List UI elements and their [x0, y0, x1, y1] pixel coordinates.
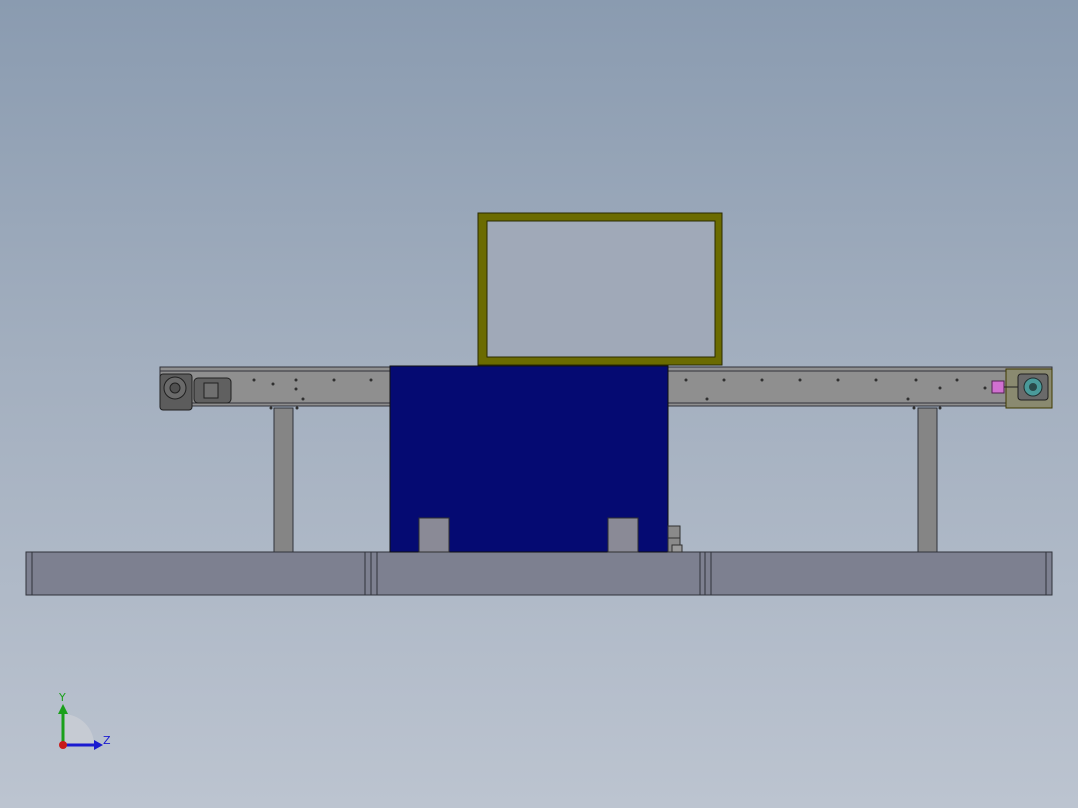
conveyor-leg-right[interactable] [917, 407, 938, 553]
base-rail-right[interactable] [704, 551, 1053, 596]
cabinet-foot-left[interactable] [418, 517, 450, 553]
inspection-cabinet[interactable] [389, 365, 683, 553]
conveyor-left[interactable] [159, 366, 391, 411]
base-rail-center[interactable] [370, 551, 706, 596]
conveyor-right[interactable] [667, 366, 1053, 410]
z-axis-label: Z [103, 734, 111, 747]
x-axis-origin [59, 741, 67, 749]
base-frame[interactable] [25, 551, 1053, 596]
top-frame[interactable] [477, 212, 723, 366]
conveyor-leg-left[interactable] [273, 407, 294, 553]
y-axis-label: Y [58, 691, 66, 704]
cabinet-foot-right[interactable] [607, 517, 639, 553]
cad-graphics-area[interactable]: Y Z [0, 0, 1078, 808]
base-rail-left[interactable] [25, 551, 372, 596]
coordinate-triad: Y Z [58, 691, 111, 750]
